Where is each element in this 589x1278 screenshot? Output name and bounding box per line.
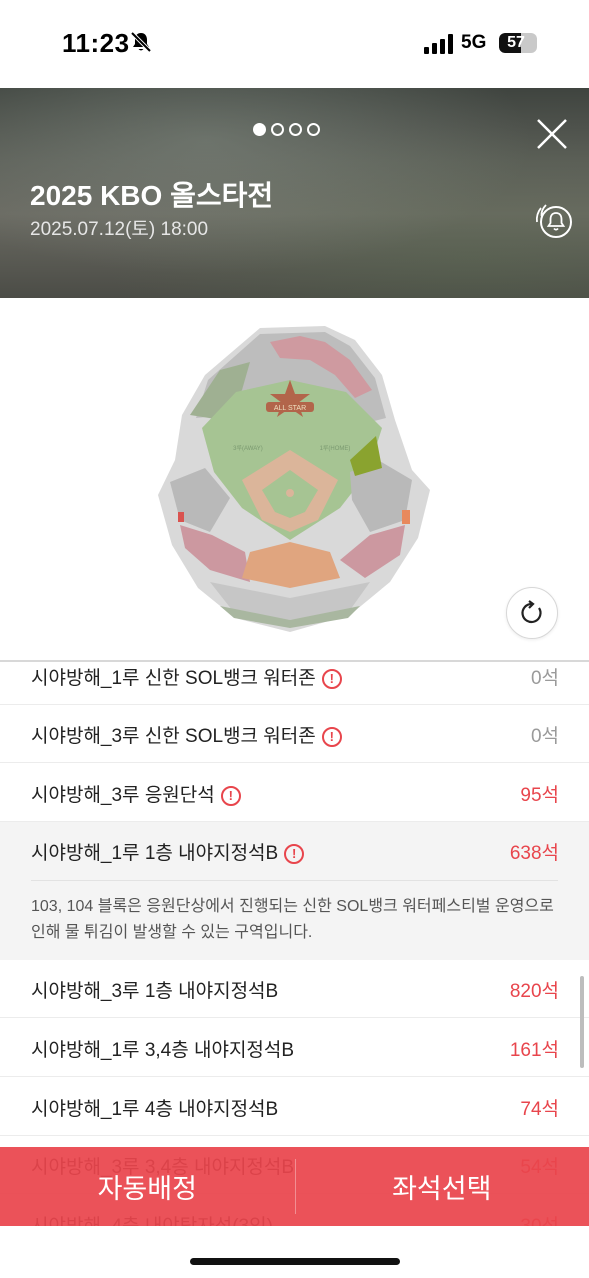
seat-count: 820석 <box>509 981 559 1002</box>
stadium-map-area: ALL STAR 3루(AWAY) 1루(HOME) <box>0 298 589 660</box>
page-dot <box>289 123 302 136</box>
close-icon[interactable] <box>534 116 570 152</box>
page-dot <box>253 123 266 136</box>
bottom-action-bar: 자동배정 좌석선택 <box>0 1147 589 1226</box>
seat-grade-label: 시야방해_3루 신한 SOL뱅크 워터존 <box>31 726 316 747</box>
seat-notice-text: 103, 104 블록은 응원단상에서 진행되는 신한 SOL뱅크 워터페스티벌… <box>31 898 554 941</box>
info-alert-icon[interactable]: ! <box>220 786 241 806</box>
seat-grade-label: 시야방해_1루 신한 SOL뱅크 워터존 <box>31 668 316 689</box>
refresh-icon <box>521 600 542 624</box>
network-type: 5G <box>461 32 487 53</box>
seat-grade-row[interactable]: 시야방해_1루 3,4층 내야지정석B 161석 <box>0 1019 589 1077</box>
seat-grade-label: 시야방해_1루 4층 내야지정석B <box>31 1099 279 1120</box>
event-title: 2025 KBO 올스타전 <box>30 180 274 211</box>
status-time: 11:23 <box>62 28 130 58</box>
seat-grade-name: 시야방해_1루 1층 내야지정석B! <box>31 838 305 865</box>
map-refresh-button[interactable] <box>506 587 558 639</box>
event-header: 2025 KBO 올스타전 2025.07.12(토) 18:00 <box>0 88 589 298</box>
seat-grade-row[interactable]: 시야방해_1루 4층 내야지정석B 74석 <box>0 1078 589 1136</box>
seat-grade-name: 시야방해_3루 1층 내야지정석B <box>31 976 278 1003</box>
seat-grade-label: 시야방해_3루 응원단석 <box>31 785 215 806</box>
bottom-bar-divider <box>295 1159 296 1214</box>
status-bar: 11:23 5G 57 <box>0 0 589 88</box>
svg-text:3루(AWAY): 3루(AWAY) <box>233 445 263 452</box>
seat-grade-name: 시야방해_3루 신한 SOL뱅크 워터존! <box>31 721 342 748</box>
page-dot <box>307 123 320 136</box>
signal-icon <box>424 34 453 54</box>
bell-slash-icon <box>130 31 152 53</box>
page-dot <box>271 123 284 136</box>
info-alert-icon[interactable]: ! <box>321 669 342 689</box>
seat-notice-box: 103, 104 블록은 응원단상에서 진행되는 신한 SOL뱅크 워터페스티벌… <box>0 872 589 960</box>
battery-icon: 57 <box>499 33 537 53</box>
svg-text:1루(HOME): 1루(HOME) <box>320 445 351 452</box>
red-marker <box>178 512 184 522</box>
home-indicator[interactable] <box>190 1258 400 1265</box>
seat-grade-name: 시야방해_1루 3,4층 내야지정석B <box>31 1035 294 1062</box>
stadium-seat-map[interactable]: ALL STAR 3루(AWAY) 1루(HOME) <box>150 320 435 632</box>
notice-divider <box>31 880 558 881</box>
battery-level: 57 <box>507 34 525 51</box>
seat-count: 0석 <box>530 726 559 747</box>
pitcher-mound <box>286 489 294 497</box>
info-alert-icon[interactable]: ! <box>284 844 305 864</box>
seat-count: 161석 <box>509 1040 559 1061</box>
seat-grade-label: 시야방해_1루 1층 내야지정석B <box>31 843 279 864</box>
alarm-bell-icon[interactable] <box>532 198 576 242</box>
seat-grade-name: 시야방해_3루 응원단석! <box>31 780 241 807</box>
seat-count: 638석 <box>509 843 559 864</box>
auto-assign-button[interactable]: 자동배정 <box>0 1147 295 1226</box>
seat-count: 95석 <box>520 785 559 806</box>
info-alert-icon[interactable]: ! <box>321 727 342 747</box>
seat-grade-row[interactable]: 시야방해_3루 신한 SOL뱅크 워터존! 0석 <box>0 705 589 763</box>
event-datetime: 2025.07.12(토) 18:00 <box>30 219 209 240</box>
seat-grade-name: 시야방해_1루 4층 내야지정석B <box>31 1094 278 1121</box>
home-indicator-area <box>0 1226 589 1278</box>
page-indicator <box>253 123 320 136</box>
orange-marker <box>402 510 410 524</box>
seat-grade-name: 시야방해_1루 신한 SOL뱅크 워터존! <box>31 663 342 690</box>
seat-grade-row[interactable]: 시야방해_1루 신한 SOL뱅크 워터존! 0석 <box>0 662 589 705</box>
list-scrollbar[interactable] <box>580 976 584 1068</box>
seat-count: 74석 <box>520 1099 559 1120</box>
seat-grade-label: 시야방해_1루 3,4층 내야지정석B <box>31 1040 295 1061</box>
seat-grade-label: 시야방해_3루 1층 내야지정석B <box>31 981 279 1002</box>
select-seat-button[interactable]: 좌석선택 <box>295 1147 589 1226</box>
seat-count: 0석 <box>530 668 559 689</box>
seat-grade-row[interactable]: 시야방해_3루 1층 내야지정석B 820석 <box>0 960 589 1018</box>
svg-text:ALL STAR: ALL STAR <box>274 405 306 412</box>
seat-grade-row[interactable]: 시야방해_3루 응원단석! 95석 <box>0 764 589 822</box>
